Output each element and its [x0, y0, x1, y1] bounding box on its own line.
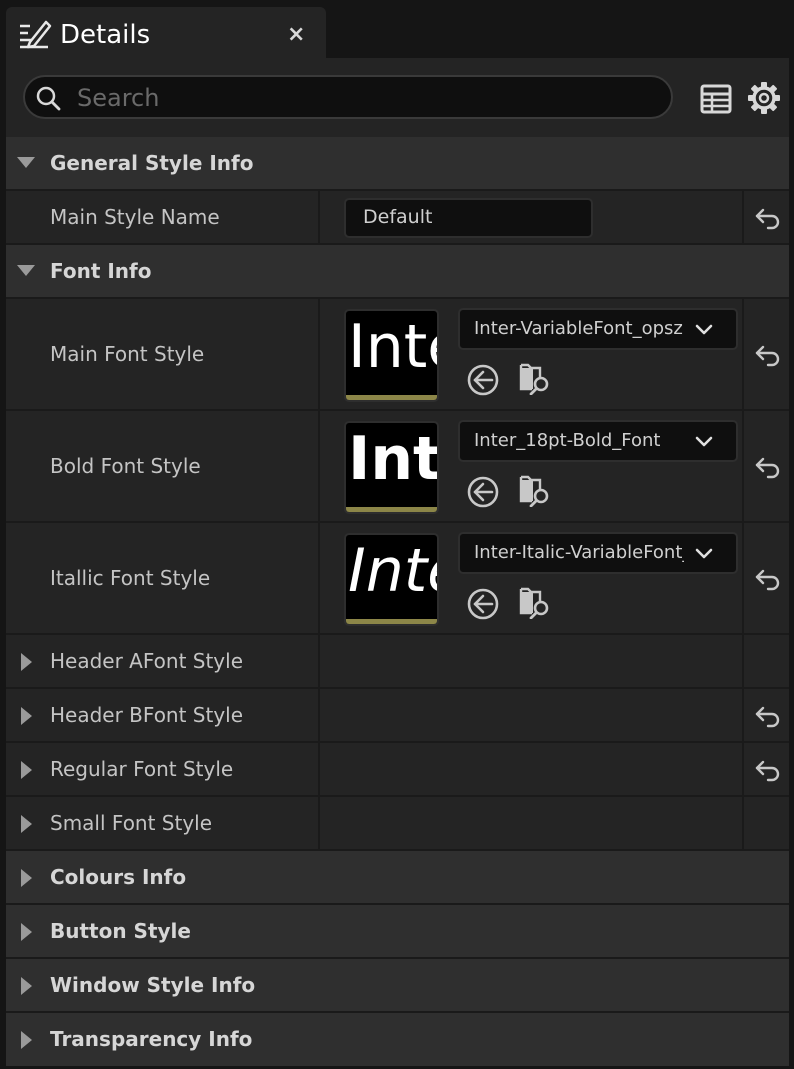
property-row-header-a-font-style[interactable]: Header AFont Style — [6, 635, 789, 689]
section-window-style-info[interactable]: Window Style Info — [6, 959, 789, 1013]
property-row-italic-font-style: Itallic Font Style Inte Inter-Italic-Var… — [6, 523, 789, 635]
chevron-down-icon — [695, 324, 713, 335]
font-thumbnail[interactable]: Inte — [344, 533, 439, 626]
reset-to-default-icon[interactable] — [754, 453, 782, 481]
thumbnail-preview-text: Int — [348, 424, 439, 494]
column-divider — [318, 743, 320, 795]
asset-type-bar — [346, 619, 437, 624]
property-row-bold-font-style: Bold Font Style Int Inter_18pt-Bold_Font — [6, 411, 789, 523]
property-row-header-b-font-style[interactable]: Header BFont Style — [6, 689, 789, 743]
collapsed-arrow-icon — [21, 653, 32, 671]
column-divider — [742, 411, 744, 521]
column-divider — [742, 191, 744, 243]
section-font-info[interactable]: Font Info — [6, 245, 789, 299]
details-tab[interactable]: Details × — [6, 7, 326, 58]
main-style-name-field[interactable]: Default — [344, 198, 593, 238]
property-label: Itallic Font Style — [50, 566, 211, 590]
collapsed-arrow-icon — [21, 707, 32, 725]
reset-to-default-icon[interactable] — [754, 702, 782, 730]
column-divider — [318, 689, 320, 741]
expanded-arrow-icon — [17, 157, 35, 168]
tab-bar: Details × — [0, 0, 794, 58]
section-label: Colours Info — [50, 865, 187, 889]
font-thumbnail[interactable]: Inte — [344, 309, 439, 402]
column-divider — [742, 523, 744, 633]
search-icon — [36, 86, 61, 111]
column-divider — [318, 411, 320, 521]
asset-type-bar — [346, 507, 437, 512]
property-row-regular-font-style[interactable]: Regular Font Style — [6, 743, 789, 797]
property-row-main-font-style: Main Font Style Inte Inter-VariableFont_… — [6, 299, 789, 411]
browse-to-asset-icon[interactable] — [518, 473, 552, 507]
table-view-icon[interactable] — [700, 83, 732, 115]
reset-to-default-icon[interactable] — [754, 204, 782, 232]
close-tab-button[interactable]: × — [287, 22, 305, 47]
reset-to-default-icon[interactable] — [754, 341, 782, 369]
collapsed-arrow-icon — [21, 977, 32, 995]
font-asset-picker[interactable]: Inter-VariableFont_opsz,wght_Font — [458, 308, 738, 350]
thumbnail-preview-text: Inte — [348, 312, 437, 382]
collapsed-arrow-icon — [21, 815, 32, 833]
column-divider — [742, 635, 744, 687]
section-label: Font Info — [50, 259, 152, 283]
section-label: General Style Info — [50, 151, 254, 175]
reset-to-default-icon[interactable] — [754, 756, 782, 784]
collapsed-arrow-icon — [21, 761, 32, 779]
asset-name: Inter_18pt-Bold_Font — [474, 430, 661, 451]
use-selected-asset-icon[interactable] — [466, 363, 500, 397]
section-transparency-info[interactable]: Transparency Info — [6, 1013, 789, 1066]
property-label: Small Font Style — [50, 811, 213, 835]
asset-name: Inter-VariableFont_opsz,wght_Font — [474, 318, 684, 339]
collapsed-arrow-icon — [21, 923, 32, 941]
browse-to-asset-icon[interactable] — [518, 585, 552, 619]
section-label: Transparency Info — [50, 1027, 253, 1051]
section-label: Window Style Info — [50, 973, 256, 997]
use-selected-asset-icon[interactable] — [466, 475, 500, 509]
use-selected-asset-icon[interactable] — [466, 587, 500, 621]
section-general-style-info[interactable]: General Style Info — [6, 137, 789, 191]
search-box[interactable] — [23, 75, 673, 119]
column-divider — [318, 797, 320, 849]
edit-details-icon — [20, 20, 52, 49]
search-toolbar — [6, 58, 789, 137]
details-panel: General Style Info Main Style Name Defau… — [6, 58, 789, 1066]
collapsed-arrow-icon — [21, 1031, 32, 1049]
collapsed-arrow-icon — [21, 869, 32, 887]
asset-type-bar — [346, 395, 437, 400]
search-input[interactable] — [75, 81, 659, 115]
section-colours-info[interactable]: Colours Info — [6, 851, 789, 905]
asset-name: Inter-Italic-VariableFont_Font — [474, 542, 684, 563]
font-thumbnail[interactable]: Int — [344, 421, 439, 514]
column-divider — [742, 299, 744, 409]
property-label: Regular Font Style — [50, 757, 234, 781]
column-divider — [318, 191, 320, 243]
property-label: Header AFont Style — [50, 649, 243, 673]
font-asset-picker[interactable]: Inter-Italic-VariableFont_Font — [458, 532, 738, 574]
tab-title: Details — [60, 20, 151, 50]
column-divider — [742, 689, 744, 741]
column-divider — [318, 523, 320, 633]
gear-icon[interactable] — [747, 81, 781, 115]
font-asset-picker[interactable]: Inter_18pt-Bold_Font — [458, 420, 738, 462]
column-divider — [742, 797, 744, 849]
column-divider — [318, 299, 320, 409]
browse-to-asset-icon[interactable] — [518, 361, 552, 395]
expanded-arrow-icon — [17, 265, 35, 276]
chevron-down-icon — [695, 548, 713, 559]
property-row-small-font-style[interactable]: Small Font Style — [6, 797, 789, 851]
property-label: Bold Font Style — [50, 454, 201, 478]
property-row-main-style-name: Main Style Name Default — [6, 191, 789, 245]
chevron-down-icon — [695, 436, 713, 447]
section-button-style[interactable]: Button Style — [6, 905, 789, 959]
section-label: Button Style — [50, 919, 191, 943]
reset-to-default-icon[interactable] — [754, 565, 782, 593]
thumbnail-preview-text: Inte — [348, 536, 437, 606]
column-divider — [318, 635, 320, 687]
column-divider — [742, 743, 744, 795]
property-label: Main Style Name — [50, 205, 220, 229]
property-label: Main Font Style — [50, 342, 205, 366]
property-label: Header BFont Style — [50, 703, 244, 727]
